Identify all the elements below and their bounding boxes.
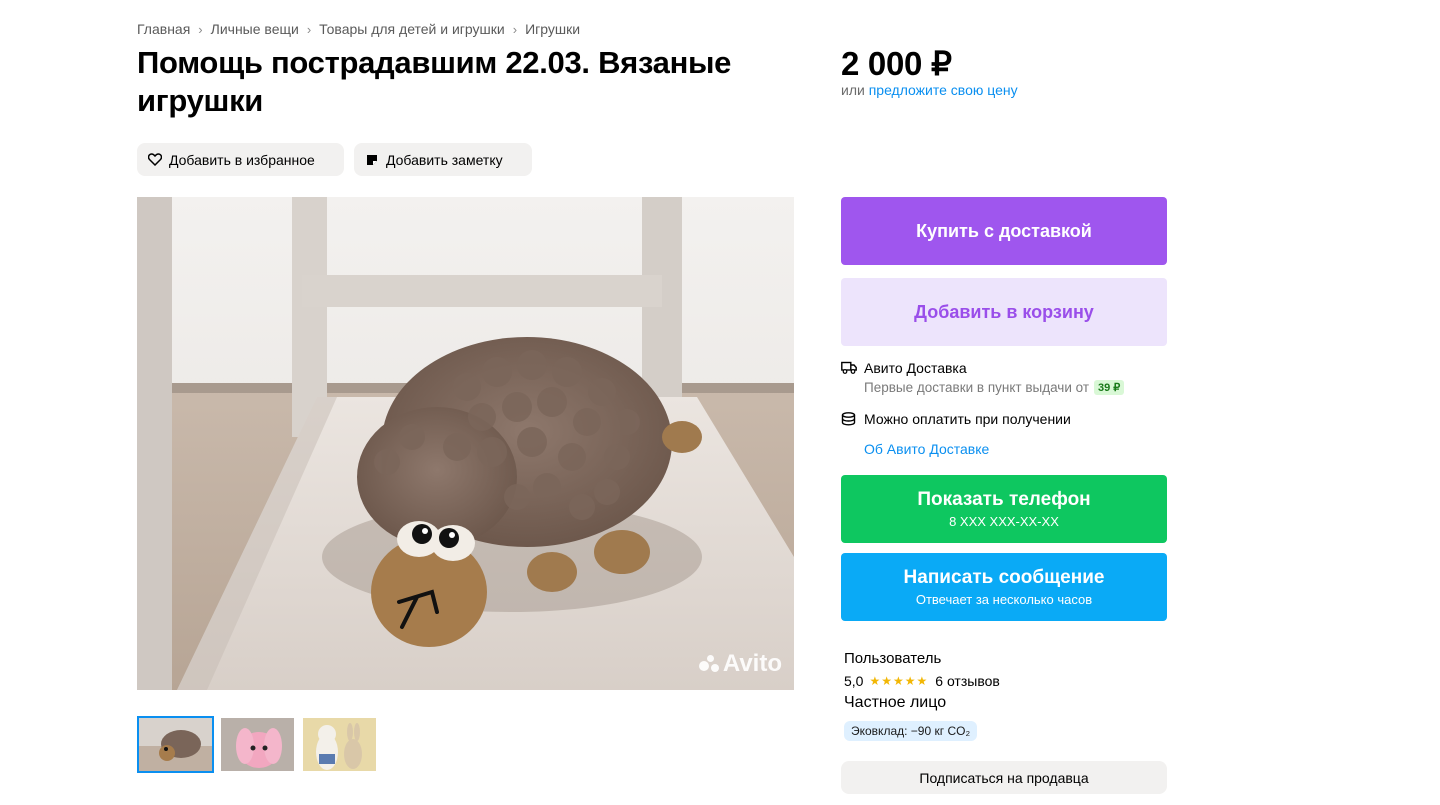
avito-logo-icon [698, 655, 719, 673]
write-message-label: Написать сообщение [903, 567, 1105, 588]
breadcrumb: Главная › Личные вещи › Товары для детей… [137, 21, 580, 37]
seller-type: Частное лицо [844, 694, 947, 711]
seller-rating: 5,0 ★★★★★ 6 отзывов [844, 673, 1000, 689]
response-time-text: Отвечает за несколько часов [915, 592, 1093, 607]
delivery-info: Авито Доставка [841, 360, 967, 376]
delivery-subtitle-row: Первые доставки в пункт выдачи от 39 ₽ [864, 380, 1125, 395]
add-to-cart-button[interactable]: Добавить в корзину [841, 278, 1167, 346]
listing-title: Помощь пострадавшим 22.03. Вязаные игруш… [137, 45, 732, 118]
seller-name-link[interactable]: Пользователь [844, 650, 941, 667]
buy-with-delivery-label: Купить с доставкой [916, 220, 1092, 241]
thumbnail-strip [137, 716, 378, 773]
add-note-label: Добавить заметку [386, 151, 503, 168]
chevron-right-icon: › [198, 21, 203, 37]
pay-on-receipt: Можно оплатить при получении [841, 411, 1071, 427]
breadcrumb-kids-goods[interactable]: Товары для детей и игрушки [319, 21, 505, 37]
offer-price-link[interactable]: предложите свою цену [869, 82, 1018, 98]
delivery-subtitle: Первые доставки в пункт выдачи от [864, 380, 1090, 395]
add-to-favorites-label: Добавить в избранное [169, 151, 315, 168]
breadcrumb-toys[interactable]: Игрушки [525, 21, 580, 37]
main-photo[interactable]: Avito [137, 197, 794, 690]
subscribe-seller-button[interactable]: Подписаться на продавца [841, 761, 1167, 794]
thumbnail-1[interactable] [137, 716, 214, 773]
phone-number-masked: 8 XXX XXX-XX-XX [949, 514, 1059, 529]
heart-icon [148, 153, 162, 167]
thumbnail-3[interactable] [301, 716, 378, 773]
reviews-link[interactable]: 6 отзывов [935, 673, 1000, 689]
avito-watermark: Avito [698, 650, 782, 678]
subscribe-seller-label: Подписаться на продавца [919, 769, 1089, 786]
chevron-right-icon: › [512, 21, 518, 37]
watermark-text: Avito [722, 650, 782, 677]
price-or-text: или [841, 82, 869, 98]
eco-contribution-badge[interactable]: Эковклад: −90 кг CO₂ [844, 721, 978, 741]
price: 2 000 ₽ [841, 45, 952, 82]
buy-with-delivery-button[interactable]: Купить с доставкой [841, 197, 1167, 265]
about-delivery-link[interactable]: Об Авито Доставке [864, 441, 989, 457]
star-rating-icon: ★★★★★ [869, 674, 929, 688]
thumbnail-2[interactable] [219, 716, 296, 773]
truck-icon [841, 361, 857, 375]
breadcrumb-personal-items[interactable]: Личные вещи [211, 21, 299, 37]
rating-value: 5,0 [844, 673, 864, 689]
chevron-right-icon: › [306, 21, 312, 37]
delivery-title: Авито Доставка [864, 360, 967, 376]
listing-actions: Добавить в избранное Добавить заметку [137, 143, 532, 176]
write-message-button[interactable]: Написать сообщение Отвечает за несколько… [841, 553, 1167, 621]
note-icon [365, 153, 379, 167]
show-phone-label: Показать телефон [917, 489, 1091, 510]
price-offer: или предложите свою цену [841, 82, 1018, 98]
add-note-button[interactable]: Добавить заметку [354, 143, 532, 176]
delivery-price-badge: 39 ₽ [1094, 380, 1125, 395]
add-to-favorites-button[interactable]: Добавить в избранное [137, 143, 344, 176]
add-to-cart-label: Добавить в корзину [914, 301, 1094, 322]
show-phone-button[interactable]: Показать телефон 8 XXX XXX-XX-XX [841, 475, 1167, 543]
pay-on-receipt-text: Можно оплатить при получении [864, 411, 1071, 427]
coins-icon [841, 412, 857, 426]
breadcrumb-home[interactable]: Главная [137, 21, 190, 37]
